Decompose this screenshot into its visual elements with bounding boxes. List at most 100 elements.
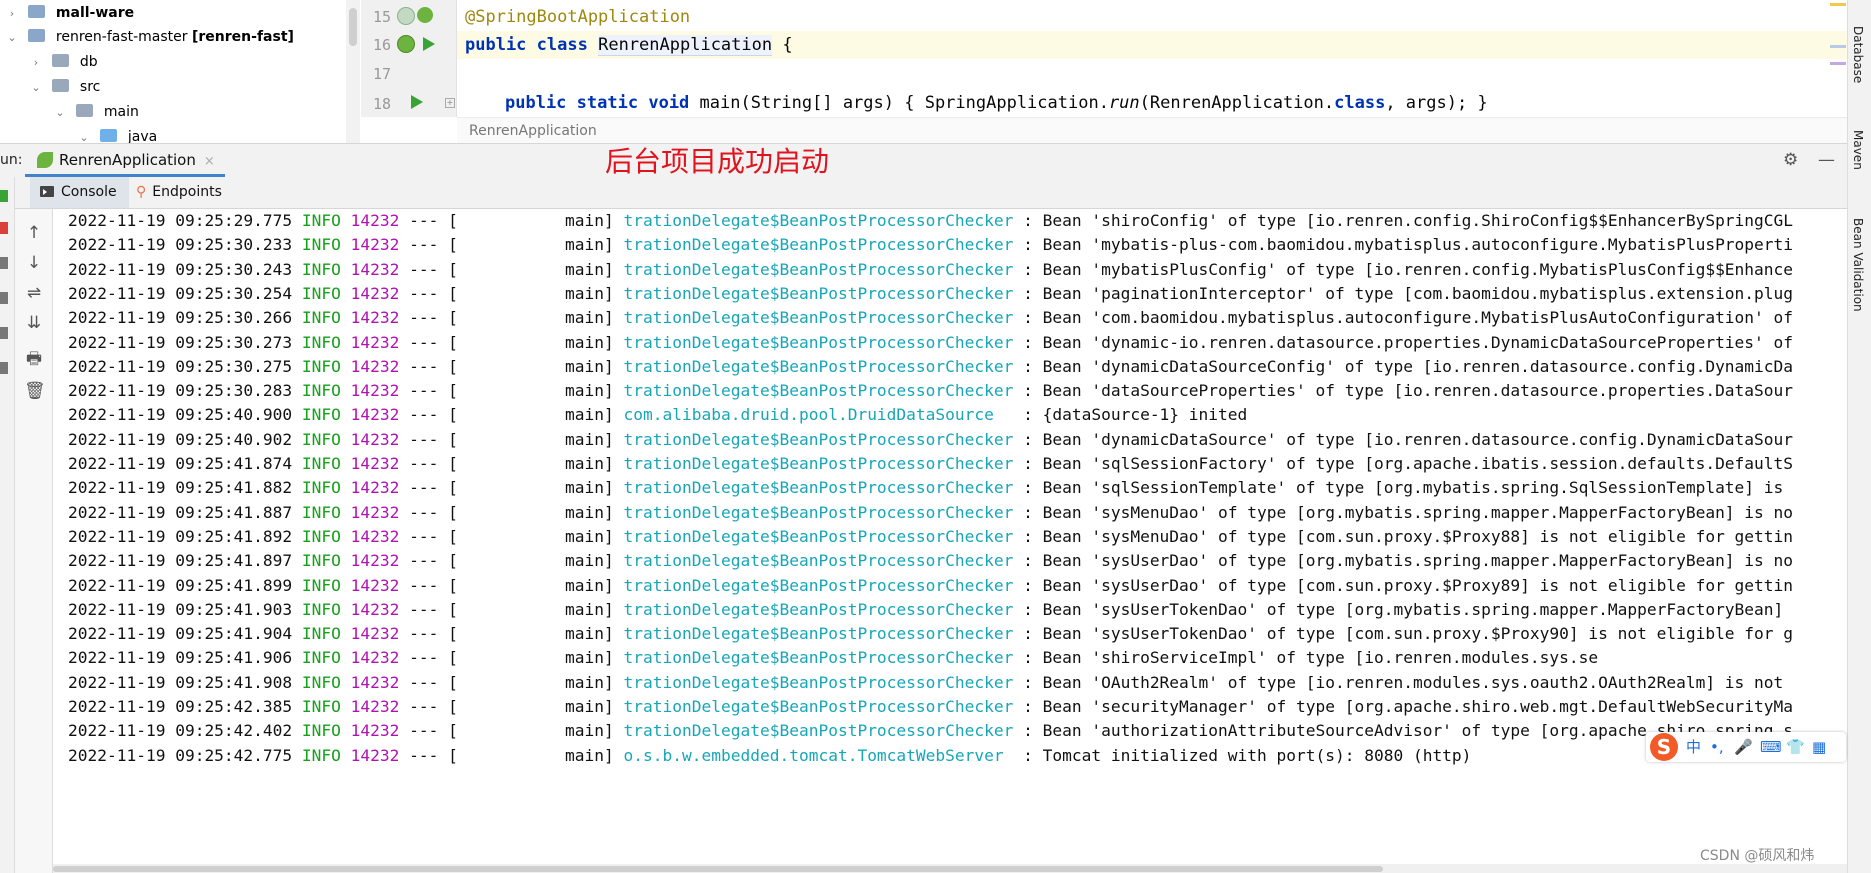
collapse-arrow-icon[interactable]: ⌄ bbox=[28, 76, 44, 100]
module-folder-icon bbox=[28, 5, 46, 18]
tree-item-mall-ware[interactable]: › mall-ware bbox=[4, 1, 134, 25]
log-separator: --- [ bbox=[399, 235, 458, 255]
fold-icon[interactable]: + bbox=[445, 98, 455, 108]
scroll-up-icon[interactable]: ↑ bbox=[24, 223, 44, 243]
log-logger[interactable]: trationDelegate$BeanPostProcessorChecker bbox=[624, 503, 1014, 522]
ime-voice-icon[interactable]: 🎤 bbox=[1734, 737, 1753, 757]
log-message: : Bean 'sqlSessionFactory' of type [org.… bbox=[1013, 454, 1794, 473]
log-logger[interactable]: trationDelegate$BeanPostProcessorChecker bbox=[624, 600, 1014, 619]
clear-all-trash-icon[interactable]: 🗑 bbox=[24, 381, 46, 401]
log-level: INFO bbox=[301, 745, 341, 765]
log-logger[interactable]: trationDelegate$BeanPostProcessorChecker bbox=[624, 478, 1014, 497]
bean-validation-tab[interactable]: Bean Validation bbox=[1851, 218, 1865, 312]
close-icon[interactable]: × bbox=[204, 154, 215, 169]
tree-item-java[interactable]: ⌄ java bbox=[76, 125, 157, 143]
console-output[interactable]: 2022-11-19 09:25:29.775 INFO 14232 --- [… bbox=[53, 209, 1847, 864]
log-logger[interactable]: trationDelegate$BeanPostProcessorChecker bbox=[624, 624, 1014, 643]
log-logger[interactable]: trationDelegate$BeanPostProcessorChecker bbox=[624, 721, 1014, 740]
log-separator: --- [ bbox=[399, 429, 458, 449]
log-logger[interactable]: trationDelegate$BeanPostProcessorChecker bbox=[624, 430, 1014, 449]
print-icon[interactable]: 🖶 bbox=[24, 349, 44, 369]
log-level: INFO bbox=[301, 381, 341, 401]
database-tab[interactable]: Database bbox=[1851, 26, 1865, 83]
log-logger[interactable]: trationDelegate$BeanPostProcessorChecker bbox=[624, 381, 1014, 400]
log-logger[interactable]: o.s.b.w.embedded.tomcat.TomcatWebServer bbox=[624, 746, 1014, 765]
sogou-ime-logo[interactable]: S bbox=[1650, 733, 1678, 761]
pin-icon[interactable] bbox=[0, 362, 8, 374]
ime-punctuation-icon[interactable]: •, bbox=[1710, 737, 1724, 757]
log-logger[interactable]: com.alibaba.druid.pool.DruidDataSource bbox=[624, 405, 1014, 424]
log-logger[interactable]: trationDelegate$BeanPostProcessorChecker bbox=[624, 357, 1014, 376]
log-separator: --- [ bbox=[399, 332, 458, 352]
scrollbar-thumb[interactable] bbox=[349, 8, 357, 46]
log-thread: main] bbox=[457, 599, 624, 619]
log-logger[interactable]: trationDelegate$BeanPostProcessorChecker bbox=[624, 454, 1014, 473]
expand-arrow-icon[interactable]: › bbox=[4, 2, 20, 26]
log-timestamp: 2022-11-19 09:25:41.892 bbox=[68, 526, 293, 546]
run-actions-strip bbox=[0, 177, 15, 873]
stop-icon[interactable] bbox=[0, 222, 8, 234]
log-thread: main] bbox=[457, 745, 624, 765]
tree-item-label: renren-fast-master bbox=[55, 29, 188, 45]
ime-chinese-mode-icon[interactable]: 中 bbox=[1686, 737, 1701, 757]
expand-arrow-icon[interactable]: › bbox=[28, 51, 44, 75]
code-line-16: public class RenrenApplication { bbox=[465, 32, 793, 58]
collapse-arrow-icon[interactable]: ⌄ bbox=[76, 126, 92, 143]
log-thread: main] bbox=[457, 648, 624, 668]
dump-threads-icon[interactable] bbox=[0, 292, 8, 304]
log-logger[interactable]: trationDelegate$BeanPostProcessorChecker bbox=[624, 673, 1014, 692]
class-name[interactable]: RenrenApplication bbox=[598, 35, 773, 56]
log-logger[interactable]: trationDelegate$BeanPostProcessorChecker bbox=[624, 551, 1014, 570]
ime-skin-icon[interactable]: 👕 bbox=[1786, 737, 1805, 757]
log-thread: main] bbox=[457, 259, 624, 279]
log-logger[interactable]: trationDelegate$BeanPostProcessorChecker bbox=[624, 527, 1014, 546]
tree-item-main[interactable]: ⌄ main bbox=[52, 100, 139, 124]
maven-tab[interactable]: Maven bbox=[1851, 130, 1865, 170]
log-logger[interactable]: trationDelegate$BeanPostProcessorChecker bbox=[624, 333, 1014, 352]
collapse-arrow-icon[interactable]: ⌄ bbox=[52, 101, 68, 125]
editor-breadcrumb[interactable]: RenrenApplication bbox=[457, 117, 1847, 143]
log-logger[interactable]: trationDelegate$BeanPostProcessorChecker bbox=[624, 576, 1014, 595]
scroll-to-end-icon[interactable]: ⇊ bbox=[24, 313, 44, 333]
collapse-arrow-icon[interactable]: ⌄ bbox=[4, 26, 20, 50]
log-logger[interactable]: trationDelegate$BeanPostProcessorChecker bbox=[624, 211, 1014, 230]
log-logger[interactable]: trationDelegate$BeanPostProcessorChecker bbox=[624, 648, 1014, 667]
log-pid: 14232 bbox=[350, 332, 400, 352]
tab-console[interactable]: Console bbox=[30, 177, 129, 208]
run-tab-renren-application[interactable]: RenrenApplication × bbox=[25, 144, 225, 177]
code-editor[interactable]: 15 16 17 18 + @SpringBootApplication pub… bbox=[361, 0, 1847, 143]
bean-gutter-icon[interactable] bbox=[397, 7, 415, 25]
tree-item-renren-fast-master[interactable]: ⌄ renren-fast-master [renren-fast] bbox=[4, 25, 294, 49]
log-message: : Bean 'shiroServiceImpl' of type [io.re… bbox=[1013, 648, 1599, 668]
restore-layout-icon[interactable] bbox=[0, 257, 8, 269]
tree-item-db[interactable]: › db bbox=[28, 50, 98, 74]
tree-item-src[interactable]: ⌄ src bbox=[28, 75, 100, 99]
log-timestamp: 2022-11-19 09:25:30.273 bbox=[68, 332, 293, 352]
run-gutter-icon[interactable] bbox=[423, 37, 435, 51]
scroll-down-icon[interactable]: ↓ bbox=[24, 253, 44, 273]
spring-bean-icon[interactable] bbox=[397, 35, 415, 53]
rerun-icon[interactable] bbox=[0, 190, 8, 202]
line-number: 17 bbox=[372, 65, 391, 83]
log-logger[interactable]: trationDelegate$BeanPostProcessorChecker bbox=[624, 284, 1014, 303]
minimize-icon[interactable]: — bbox=[1818, 152, 1835, 169]
log-logger[interactable]: trationDelegate$BeanPostProcessorChecker bbox=[624, 260, 1014, 279]
log-logger[interactable]: trationDelegate$BeanPostProcessorChecker bbox=[624, 697, 1014, 716]
soft-wrap-icon[interactable]: ⇌ bbox=[24, 283, 44, 303]
log-level: INFO bbox=[301, 648, 341, 668]
scrollbar-thumb[interactable] bbox=[53, 866, 1383, 872]
layout-icon[interactable] bbox=[0, 327, 8, 339]
log-logger[interactable]: trationDelegate$BeanPostProcessorChecker bbox=[624, 235, 1014, 254]
console-horizontal-scrollbar[interactable] bbox=[53, 864, 1847, 873]
log-thread: main] bbox=[457, 697, 624, 716]
spring-leaf-icon[interactable] bbox=[417, 7, 433, 23]
log-logger[interactable]: trationDelegate$BeanPostProcessorChecker bbox=[624, 308, 1014, 327]
ime-keyboard-icon[interactable]: ⌨ bbox=[1760, 737, 1782, 757]
log-pid: 14232 bbox=[350, 478, 400, 498]
project-tree-scrollbar[interactable] bbox=[346, 0, 360, 143]
run-gutter-icon[interactable] bbox=[411, 95, 423, 109]
ime-toolbox-icon[interactable]: ▦ bbox=[1812, 737, 1826, 757]
tab-endpoints[interactable]: ⚲ Endpoints bbox=[126, 177, 234, 208]
log-level: INFO bbox=[301, 259, 341, 279]
settings-gear-icon[interactable]: ⚙ bbox=[1783, 152, 1798, 169]
